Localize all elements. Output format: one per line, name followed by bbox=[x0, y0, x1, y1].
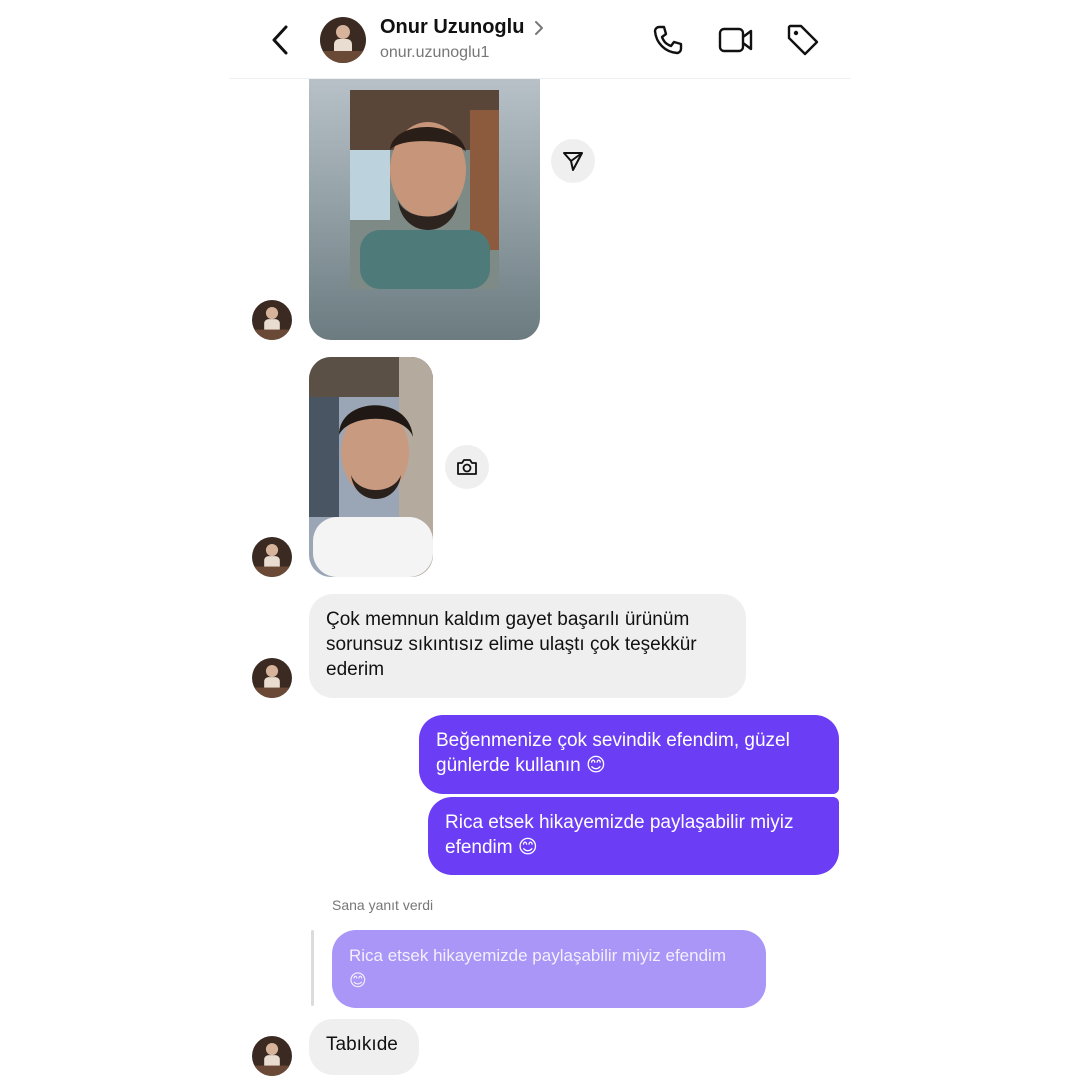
message-text: Tabıkıde bbox=[326, 1034, 398, 1055]
sender-avatar bbox=[252, 1036, 292, 1076]
shared-story-media[interactable] bbox=[309, 79, 540, 340]
reply-label: Sana yanıt verdi bbox=[332, 897, 434, 913]
chevron-left-icon bbox=[272, 25, 288, 55]
contact-info-link[interactable]: Onur Uzunoglu bbox=[380, 16, 544, 39]
phone-icon bbox=[653, 25, 683, 55]
outgoing-message-bubble[interactable]: Beğenmenize çok sevindik efendim, güzel … bbox=[419, 715, 839, 794]
label-button[interactable] bbox=[783, 20, 823, 60]
camera-icon bbox=[457, 459, 477, 475]
audio-call-button[interactable] bbox=[648, 20, 688, 60]
outgoing-message-bubble[interactable]: Rica etsek hikayemizde paylaşabilir miyi… bbox=[428, 797, 839, 875]
photo-message[interactable] bbox=[309, 357, 433, 577]
reply-indicator-bar bbox=[311, 930, 314, 1006]
quoted-message-text: Rica etsek hikayemizde paylaşabilir miyi… bbox=[349, 946, 726, 990]
chevron-right-icon bbox=[535, 20, 544, 35]
sender-avatar bbox=[252, 537, 292, 577]
sender-avatar bbox=[252, 658, 292, 698]
back-button[interactable] bbox=[266, 22, 294, 58]
video-camera-icon bbox=[718, 27, 753, 53]
share-story-button[interactable] bbox=[551, 139, 595, 183]
contact-avatar[interactable] bbox=[320, 17, 366, 63]
message-text: Çok memnun kaldım gayet başarılı ürünüm … bbox=[326, 609, 697, 680]
quoted-message-bubble[interactable]: Rica etsek hikayemizde paylaşabilir miyi… bbox=[332, 930, 766, 1008]
story-photo bbox=[350, 90, 499, 289]
chat-header: Onur Uzunoglu onur.uzunoglu1 bbox=[230, 0, 850, 79]
contact-name: Onur Uzunoglu bbox=[380, 16, 525, 38]
message-text: Rica etsek hikayemizde paylaşabilir miyi… bbox=[445, 812, 794, 858]
photo-camera-button[interactable] bbox=[445, 445, 489, 489]
send-icon bbox=[563, 152, 583, 171]
sender-avatar bbox=[252, 300, 292, 340]
contact-handle: onur.uzunoglu1 bbox=[380, 44, 490, 61]
incoming-message-bubble[interactable]: Çok memnun kaldım gayet başarılı ürünüm … bbox=[309, 594, 746, 698]
chat-screen: Onur Uzunoglu onur.uzunoglu1 Çok memnun … bbox=[0, 0, 1080, 1080]
message-text: Beğenmenize çok sevindik efendim, güzel … bbox=[436, 730, 790, 776]
incoming-reply-bubble[interactable]: Tabıkıde bbox=[309, 1019, 419, 1075]
tag-icon bbox=[787, 24, 819, 56]
video-call-button[interactable] bbox=[716, 20, 756, 60]
